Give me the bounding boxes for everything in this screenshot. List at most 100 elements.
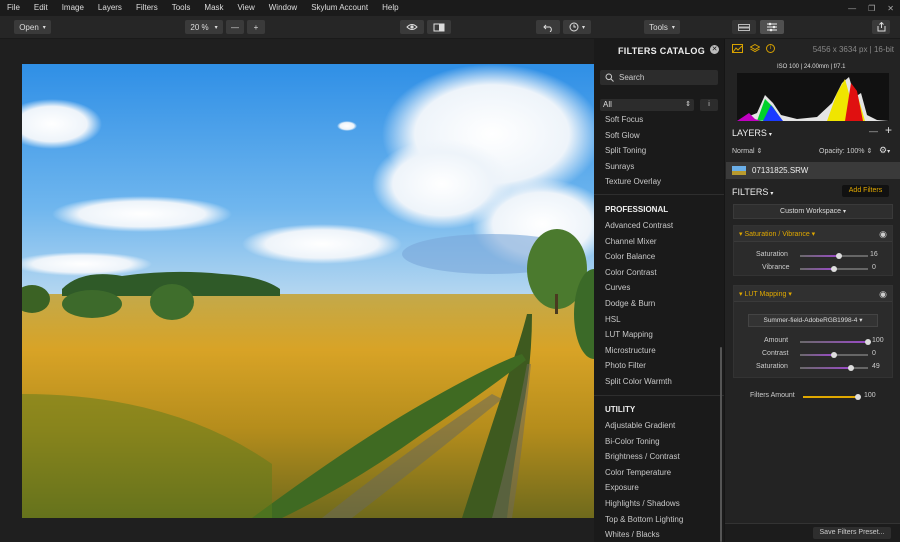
menu-view[interactable]: View <box>231 0 262 16</box>
catalog-item[interactable]: HSL <box>605 315 621 324</box>
minimize-icon[interactable]: — <box>848 4 856 13</box>
history-button[interactable]: ▾ <box>563 20 591 34</box>
adjustments-view-button[interactable] <box>760 20 784 34</box>
info-icon[interactable]: i <box>766 44 775 53</box>
slider-knob[interactable] <box>865 339 871 345</box>
catalog-item[interactable]: Exposure <box>605 483 639 492</box>
add-filters-button[interactable]: Add Filters <box>842 185 889 197</box>
updown-icon: ⇕ <box>685 101 691 108</box>
menu-window[interactable]: Window <box>262 0 304 16</box>
catalog-item[interactable]: Channel Mixer <box>605 237 657 246</box>
opacity-select[interactable]: Opacity: 100% ⇕ <box>819 147 872 155</box>
layer-remove-icon[interactable]: — <box>869 126 878 136</box>
lut-mapping-panel: ▾ LUT Mapping ▾ ◉ Summer-field-AdobeRGB1… <box>733 285 893 378</box>
slider-knob[interactable] <box>855 394 861 400</box>
menu-mask[interactable]: Mask <box>197 0 230 16</box>
catalog-item[interactable]: Advanced Contrast <box>605 221 673 230</box>
menu-layers[interactable]: Layers <box>91 0 129 16</box>
catalog-item[interactable]: Color Balance <box>605 252 655 261</box>
catalog-item[interactable]: Color Contrast <box>605 268 657 277</box>
image-canvas[interactable] <box>0 39 594 542</box>
slider-knob[interactable] <box>831 266 837 272</box>
compare-button[interactable] <box>427 20 451 34</box>
slider-knob[interactable] <box>831 352 837 358</box>
photo-landscape[interactable] <box>22 64 594 518</box>
eye-icon[interactable]: ◉ <box>879 289 887 300</box>
layers-icon[interactable] <box>750 44 760 53</box>
close-icon[interactable]: ✕ <box>887 4 894 13</box>
filter-title: LUT Mapping <box>744 291 787 298</box>
menu-skylum-account[interactable]: Skylum Account <box>304 0 375 16</box>
blend-mode-select[interactable]: Normal ⇕ <box>732 147 762 155</box>
lut-preset-select[interactable]: Summer-field-AdobeRGB1998-4 ▾ <box>748 314 878 327</box>
catalog-item[interactable]: Soft Glow <box>605 131 640 140</box>
category-select[interactable]: All ⇕ <box>600 99 694 111</box>
info-icon[interactable]: i <box>700 99 718 111</box>
zoom-select[interactable]: 20 % ▾ <box>185 20 223 34</box>
saturation-label: Saturation <box>756 251 788 258</box>
layers-title: LAYERS <box>732 128 767 138</box>
catalog-search-input[interactable]: Search <box>600 70 718 85</box>
catalog-item[interactable]: Microstructure <box>605 346 656 355</box>
preview-button[interactable] <box>400 20 424 34</box>
catalog-item[interactable]: Highlights / Shadows <box>605 499 680 508</box>
menu-file[interactable]: File <box>0 0 27 16</box>
contrast-value: 0 <box>872 350 876 357</box>
contrast-slider[interactable] <box>800 352 868 358</box>
catalog-item[interactable]: Bi-Color Toning <box>605 437 660 446</box>
saturation-slider[interactable] <box>800 253 868 259</box>
catalog-item[interactable]: Color Temperature <box>605 468 671 477</box>
layer-row[interactable]: 07131825.SRW <box>726 162 900 179</box>
menu-tools[interactable]: Tools <box>165 0 198 16</box>
catalog-item[interactable]: Split Color Warmth <box>605 377 672 386</box>
catalog-item[interactable]: Brightness / Contrast <box>605 452 680 461</box>
zoom-out-button[interactable]: — <box>226 20 244 34</box>
saturation-vibrance-header[interactable]: ▾ Saturation / Vibrance ▾ ◉ <box>734 226 892 242</box>
gear-icon[interactable]: ⚙▾ <box>879 145 890 156</box>
tools-button[interactable]: Tools ▾ <box>644 20 680 34</box>
histogram-icon[interactable] <box>732 44 743 53</box>
catalog-item[interactable]: Whites / Blacks <box>605 530 660 539</box>
restore-icon[interactable]: ❐ <box>868 4 875 13</box>
filters-amount-slider[interactable] <box>803 394 861 400</box>
lut-mapping-header[interactable]: ▾ LUT Mapping ▾ ◉ <box>734 286 892 302</box>
save-filters-preset-button[interactable]: Save Filters Preset... <box>813 527 891 539</box>
layer-add-icon[interactable]: + <box>885 123 892 137</box>
catalog-item[interactable]: LUT Mapping <box>605 330 653 339</box>
chevron-down-icon[interactable]: ▾ <box>769 132 772 138</box>
catalog-item[interactable]: Curves <box>605 283 630 292</box>
workspace-select[interactable]: Custom Workspace ▾ <box>733 204 893 219</box>
close-icon[interactable]: ✕ <box>710 45 719 54</box>
catalog-item[interactable]: Dodge & Burn <box>605 299 655 308</box>
catalog-item[interactable]: Sunrays <box>605 162 634 171</box>
chevron-down-icon[interactable]: ▾ <box>770 191 773 197</box>
menu-image[interactable]: Image <box>55 0 91 16</box>
share-button[interactable] <box>872 20 890 34</box>
saturation-value: 16 <box>870 251 878 258</box>
open-button[interactable]: Open ▾ <box>14 20 51 34</box>
menu-help[interactable]: Help <box>375 0 405 16</box>
eye-icon[interactable]: ◉ <box>879 229 887 240</box>
vibrance-slider[interactable] <box>800 266 868 272</box>
slider-knob[interactable] <box>836 253 843 259</box>
zoom-in-button[interactable]: + <box>247 20 265 34</box>
menu-edit[interactable]: Edit <box>27 0 55 16</box>
slider-knob[interactable] <box>847 365 854 371</box>
catalog-item[interactable]: Texture Overlay <box>605 177 661 186</box>
catalog-item[interactable]: Soft Focus <box>605 115 643 124</box>
amount-slider[interactable] <box>800 339 871 345</box>
catalog-item[interactable]: Photo Filter <box>605 361 646 370</box>
catalog-item[interactable]: Split Toning <box>605 146 646 155</box>
vibrance-label: Vibrance <box>762 264 790 271</box>
catalog-scrollbar[interactable] <box>720 347 722 542</box>
undo-button[interactable] <box>536 20 560 34</box>
menu-filters[interactable]: Filters <box>129 0 165 16</box>
layers-view-button[interactable] <box>732 20 756 34</box>
filters-amount-label: Filters Amount <box>750 392 795 399</box>
compare-icon <box>433 23 445 31</box>
catalog-item[interactable]: Top & Bottom Lighting <box>605 515 683 524</box>
catalog-item[interactable]: Adjustable Gradient <box>605 421 675 430</box>
caret-down-icon: ▾ <box>739 231 743 238</box>
lut-saturation-slider[interactable] <box>800 365 868 371</box>
filters-amount-value: 100 <box>864 392 876 399</box>
